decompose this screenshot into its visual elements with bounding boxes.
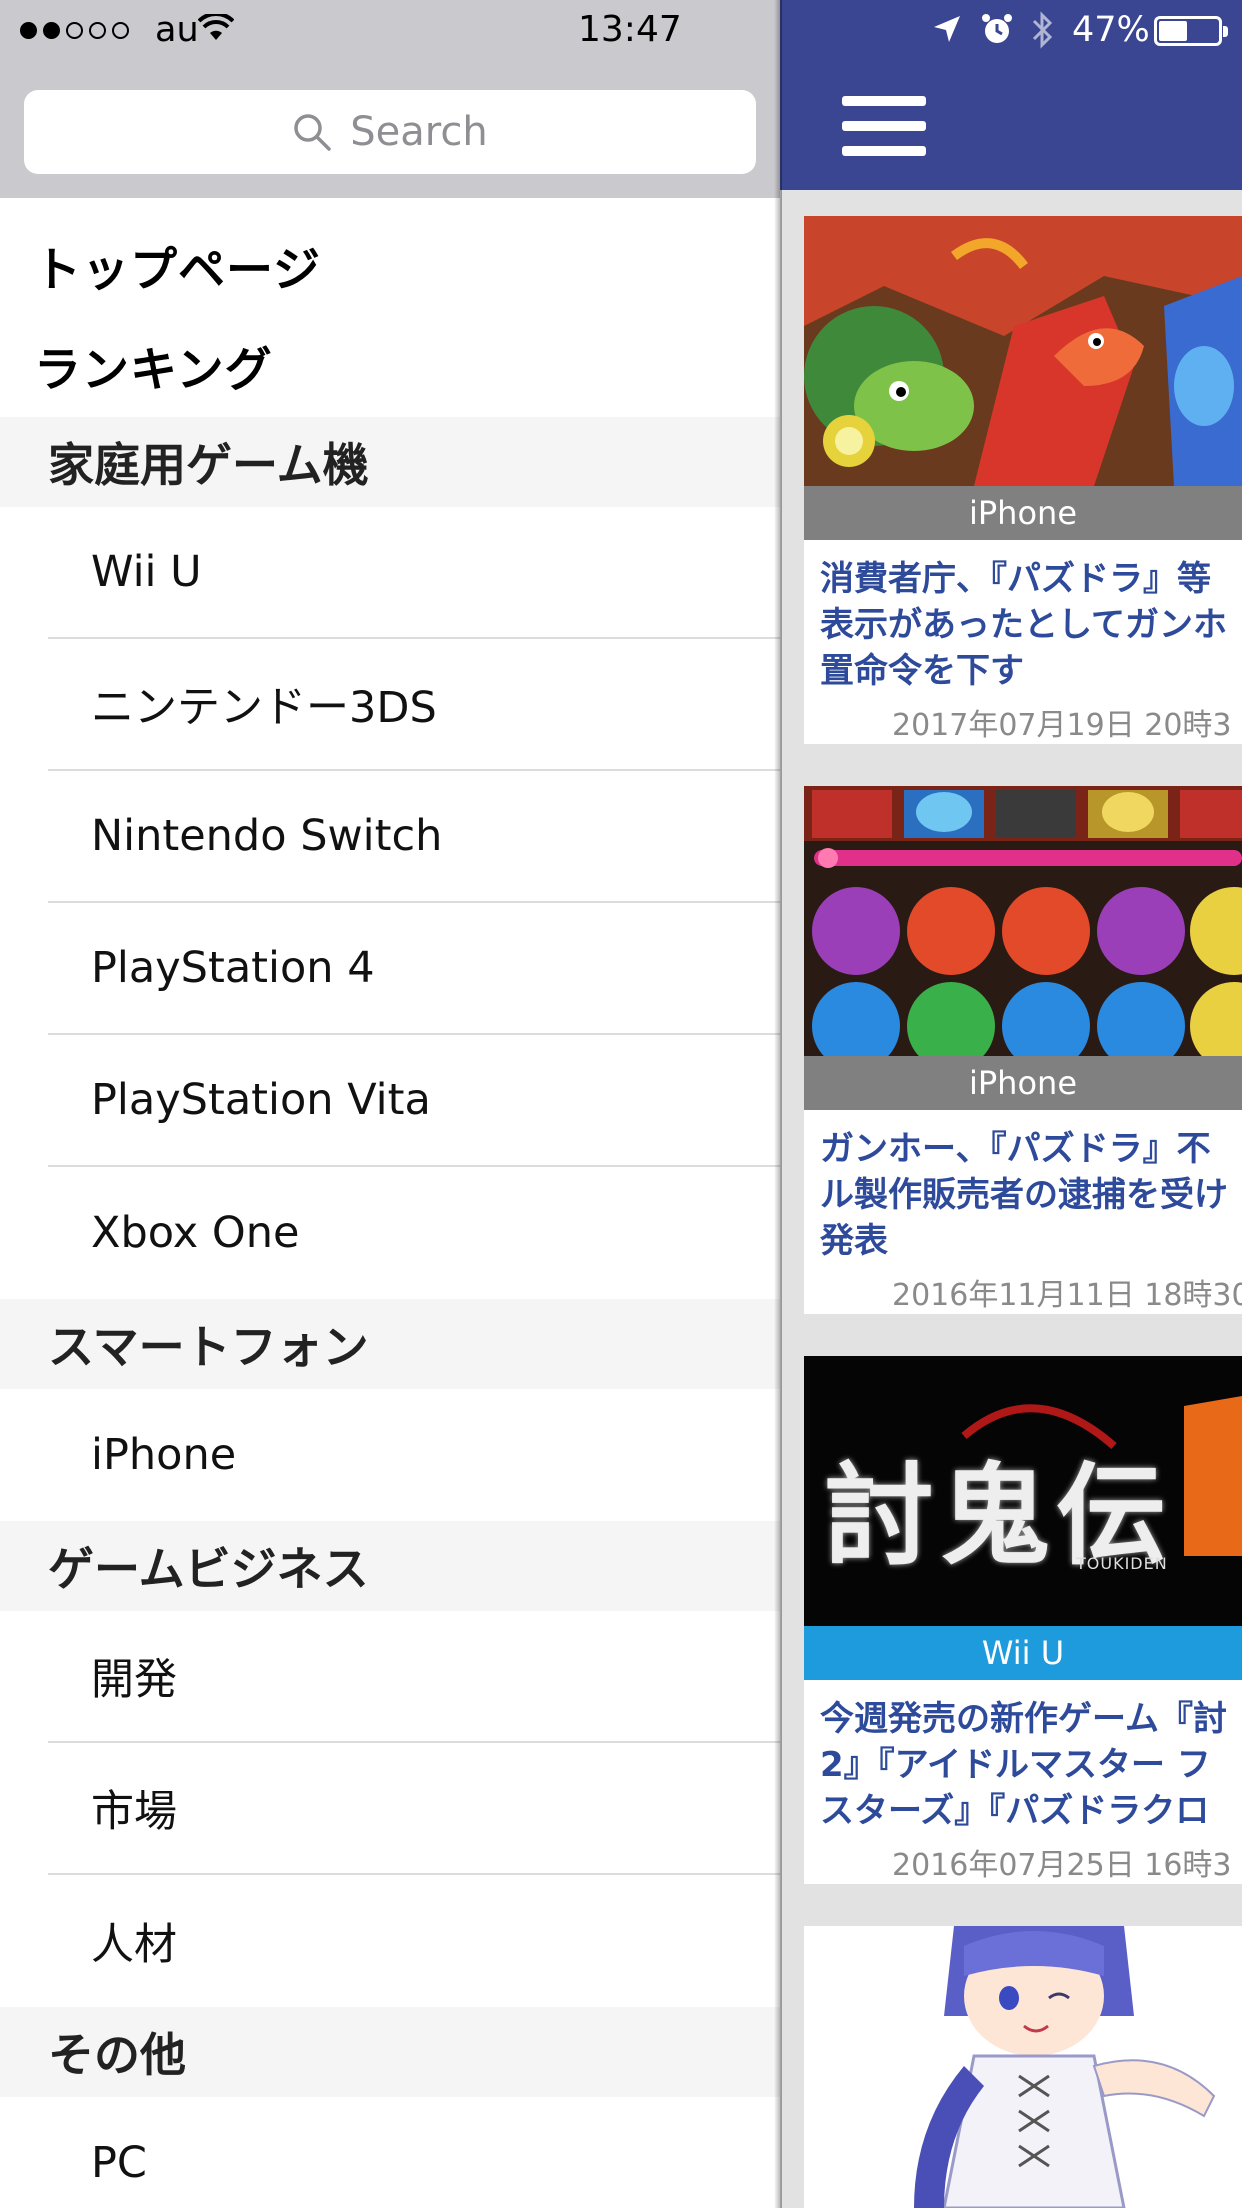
battery-percent: 47% xyxy=(1072,10,1150,50)
article-title-line: 今週発売の新作ゲーム『討 xyxy=(820,1699,1227,1739)
article-title[interactable]: 消費者庁、『パズドラ』等 表示があったとしてガンホ 置命令を下す xyxy=(804,540,1242,694)
hamburger-menu-icon[interactable] xyxy=(842,96,926,156)
article-title-line: ガンホー、『パズドラ』不 xyxy=(820,1129,1211,1169)
signal-dot xyxy=(43,21,60,39)
menu-item-3ds[interactable]: ニンテンドー3DS xyxy=(48,639,780,771)
article-category-tag: Wii U xyxy=(804,1626,1242,1680)
article-date: 2016年11月11日 18時30 xyxy=(892,1278,1242,1313)
article-card[interactable] xyxy=(804,1926,1242,2208)
signal-dot xyxy=(66,21,83,39)
article-title-line: 消費者庁、『パズドラ』等 xyxy=(820,559,1211,599)
bluetooth-icon xyxy=(1032,11,1053,49)
section-header-smartphone: スマートフォン xyxy=(0,1299,780,1389)
article-card[interactable]: 討鬼伝 TOUKIDEN Wii U 今週発売の新作ゲーム『討 2』『アイドルマ… xyxy=(804,1356,1242,1884)
content-panel[interactable]: 47% iPhone 消費者庁、『パズドラ』等 表示があったとしてガンホ 置命令… xyxy=(780,0,1242,2208)
menu-item-ps4[interactable]: PlayStation 4 xyxy=(48,903,780,1035)
menu-item-xbox-one[interactable]: Xbox One xyxy=(48,1167,780,1299)
article-title-line: 置命令を下す xyxy=(820,651,1024,691)
drawer-menu: トップページ ランキング 家庭用ゲーム機 Wii U ニンテンドー3DS Nin… xyxy=(0,198,780,2208)
battery-icon xyxy=(1154,16,1228,46)
panel-shadow xyxy=(774,0,782,2208)
article-title-line: 表示があったとしてガンホ xyxy=(820,605,1227,645)
menu-item-market[interactable]: 市場 xyxy=(48,1743,780,1875)
menu-item-ranking[interactable]: ランキング xyxy=(0,314,780,417)
article-date: 2016年07月25日 16時3 xyxy=(892,1848,1232,1883)
signal-dot xyxy=(89,21,106,39)
article-card[interactable]: iPhone ガンホー、『パズドラ』不 ル製作販売者の逮捕を受け 発表 2016… xyxy=(804,786,1242,1314)
search-placeholder: Search xyxy=(350,109,488,155)
menu-item-iphone[interactable]: iPhone xyxy=(48,1389,780,1521)
article-thumbnail-anime-girl xyxy=(804,1926,1242,2208)
menu-item-pc[interactable]: PC xyxy=(48,2097,780,2208)
article-title-line: 2』『アイドルマスター フ xyxy=(820,1745,1211,1785)
drawer-header: au 13:47 Search xyxy=(0,0,780,198)
section-header-business: ゲームビジネス xyxy=(0,1521,780,1611)
search-icon xyxy=(294,114,332,151)
article-category-tag: iPhone xyxy=(804,1056,1242,1110)
section-header-other: その他 xyxy=(0,2007,780,2097)
menu-item-wii-u[interactable]: Wii U xyxy=(48,507,780,639)
article-title[interactable]: 今週発売の新作ゲーム『討 2』『アイドルマスター フ スターズ』『パズドラクロ xyxy=(804,1680,1242,1834)
article-title-line: 発表 xyxy=(820,1221,888,1261)
carrier-signal: au xyxy=(20,8,199,52)
article-title-line: スターズ』『パズドラクロ xyxy=(820,1791,1210,1831)
article-thumbnail-dragons xyxy=(804,216,1242,486)
toukiden-logo-subtitle: TOUKIDEN xyxy=(1076,1554,1168,1573)
article-date: 2017年07月19日 20時3 xyxy=(892,708,1232,743)
menu-item-switch[interactable]: Nintendo Switch xyxy=(48,771,780,903)
article-thumbnail-puzzle-orbs xyxy=(804,786,1242,1056)
menu-item-ps-vita[interactable]: PlayStation Vita xyxy=(48,1035,780,1167)
carrier-name: au xyxy=(155,10,199,50)
menu-item-talent[interactable]: 人材 xyxy=(48,1875,780,2007)
wifi-icon xyxy=(198,14,234,40)
alarm-icon xyxy=(982,14,1012,43)
nav-bar: 47% xyxy=(780,0,1242,190)
article-thumbnail-toukiden: 討鬼伝 TOUKIDEN xyxy=(804,1356,1242,1626)
clock: 13:47 xyxy=(578,9,682,50)
article-title[interactable]: ガンホー、『パズドラ』不 ル製作販売者の逮捕を受け 発表 xyxy=(804,1110,1242,1264)
menu-item-top-page[interactable]: トップページ xyxy=(0,198,780,314)
article-category-tag: iPhone xyxy=(804,486,1242,540)
section-header-console: 家庭用ゲーム機 xyxy=(0,417,780,507)
menu-item-development[interactable]: 開発 xyxy=(48,1611,780,1743)
article-title-line: ル製作販売者の逮捕を受け xyxy=(820,1175,1228,1215)
location-arrow-icon xyxy=(934,16,960,42)
article-card[interactable]: iPhone 消費者庁、『パズドラ』等 表示があったとしてガンホ 置命令を下す … xyxy=(804,216,1242,744)
search-input[interactable]: Search xyxy=(24,90,756,174)
signal-dot xyxy=(20,21,37,39)
side-drawer: au 13:47 Search トップページ ランキング 家庭用ゲーム機 Wii… xyxy=(0,0,780,2208)
signal-dot xyxy=(112,21,129,39)
